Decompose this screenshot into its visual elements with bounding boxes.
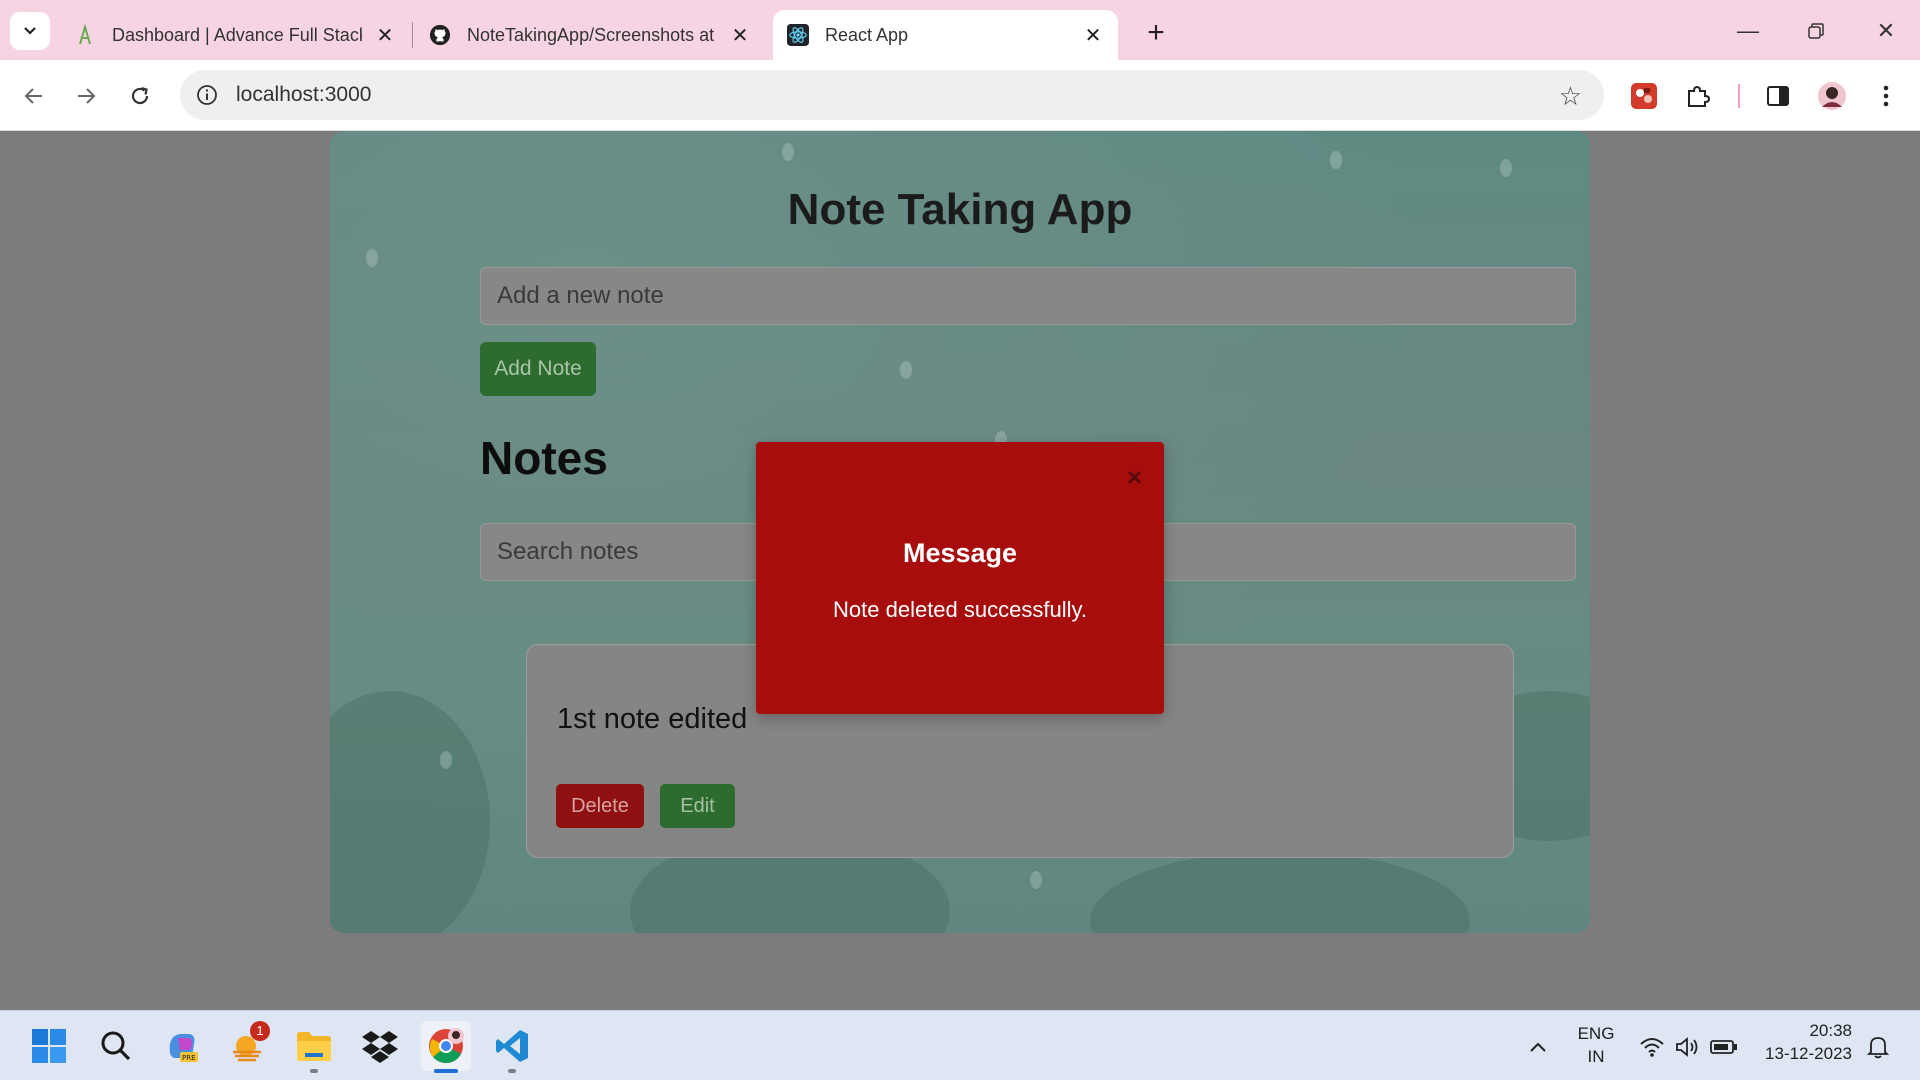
profile-avatar[interactable] <box>1812 76 1852 116</box>
tab-github[interactable]: NoteTakingApp/Screenshots at ✕ <box>415 10 765 60</box>
volume-icon[interactable] <box>1674 1034 1702 1060</box>
clock[interactable]: 20:38 13-12-2023 <box>1756 1021 1852 1064</box>
widgets-button[interactable]: 1 <box>222 1021 272 1071</box>
battery-icon[interactable] <box>1710 1034 1738 1060</box>
clock-date: 13-12-2023 <box>1765 1044 1852 1063</box>
close-tab-icon[interactable]: ✕ <box>374 23 396 48</box>
address-bar[interactable]: localhost:3000 ☆ <box>180 70 1604 120</box>
dropbox-button[interactable] <box>355 1021 405 1071</box>
vscode-button[interactable] <box>487 1021 537 1073</box>
chrome-taskbar-button[interactable] <box>421 1021 471 1073</box>
tab-search-button[interactable] <box>10 12 50 50</box>
running-indicator <box>310 1069 318 1073</box>
browser-menu-button[interactable] <box>1866 76 1906 116</box>
restore-icon <box>1808 23 1824 39</box>
dropbox-icon <box>362 1031 398 1063</box>
side-panel-button[interactable] <box>1758 76 1798 116</box>
add-note-button[interactable]: Add Note <box>480 342 596 396</box>
delete-note-button[interactable]: Delete <box>556 784 644 828</box>
extensions-menu-button[interactable] <box>1678 76 1718 116</box>
new-note-input[interactable]: Add a new note <box>480 267 1576 325</box>
back-button[interactable] <box>14 76 54 116</box>
running-indicator <box>508 1069 516 1073</box>
modal-close-button[interactable]: × <box>1127 462 1142 493</box>
region-code: IN <box>1587 1047 1605 1066</box>
tab-title: React App <box>825 24 909 45</box>
copilot-icon: PRE <box>169 1034 198 1062</box>
extension-button[interactable] <box>1624 76 1664 116</box>
background-droplet <box>440 751 452 769</box>
restore-button[interactable] <box>1788 14 1844 48</box>
kebab-menu-icon <box>1883 85 1889 107</box>
close-window-button[interactable]: ✕ <box>1858 14 1914 48</box>
tab-react-app[interactable]: React App ✕ <box>773 10 1118 60</box>
minimize-button[interactable]: — <box>1720 14 1776 48</box>
avatar-icon <box>1818 82 1846 110</box>
notes-heading: Notes <box>480 432 608 484</box>
tab-divider <box>412 22 413 48</box>
modal-message: Note deleted successfully. <box>833 597 1087 622</box>
tab-strip: Dashboard | Advance Full Stack ✕ NoteTak… <box>0 0 1920 60</box>
react-icon <box>787 24 809 46</box>
tab-title: Dashboard | Advance Full Stack <box>112 24 362 45</box>
windows-taskbar: PRE 1 ENG IN 20:38 13-12-2023 <box>0 1010 1920 1080</box>
background-droplet <box>1330 151 1342 169</box>
background-droplet <box>366 249 378 267</box>
course-logo-icon <box>74 24 96 46</box>
toolbar-divider <box>1738 84 1740 108</box>
side-panel-icon <box>1767 86 1789 106</box>
background-leaf <box>330 691 490 933</box>
background-droplet <box>1500 159 1512 177</box>
arrow-left-icon <box>24 88 42 104</box>
notifications-button[interactable] <box>1864 1034 1892 1060</box>
copilot-button[interactable]: PRE <box>157 1021 207 1071</box>
new-tab-button[interactable]: + <box>1138 16 1174 52</box>
forward-button[interactable] <box>66 76 106 116</box>
browser-toolbar: localhost:3000 ☆ <box>0 60 1920 131</box>
message-modal: × Message Note deleted successfully. <box>756 442 1164 714</box>
close-tab-icon[interactable]: ✕ <box>729 23 751 48</box>
start-button[interactable] <box>24 1021 74 1071</box>
url-text: localhost:3000 <box>236 83 372 106</box>
tab-title: NoteTakingApp/Screenshots at <box>467 24 715 45</box>
modal-title: Message <box>902 538 1018 568</box>
language-indicator[interactable]: ENG IN <box>1570 1024 1622 1067</box>
notification-badge: 1 <box>250 1021 270 1041</box>
windows-logo-icon <box>32 1029 66 1063</box>
search-icon <box>101 1031 131 1061</box>
app-title: Note Taking App <box>787 185 1133 234</box>
folder-icon <box>297 1032 331 1061</box>
reload-button[interactable] <box>120 76 160 116</box>
svg-text:PRE: PRE <box>182 1054 196 1062</box>
background-leaf <box>1090 851 1470 933</box>
show-hidden-icons-button[interactable] <box>1524 1034 1552 1060</box>
page-viewport: Note Taking App Add a new note Add Note … <box>0 131 1920 1010</box>
close-tab-icon[interactable]: ✕ <box>1082 23 1104 48</box>
background-droplet <box>782 143 794 161</box>
bell-icon <box>1867 1037 1889 1059</box>
extension-app-icon <box>1631 83 1657 109</box>
file-explorer-button[interactable] <box>289 1021 339 1073</box>
vscode-icon <box>496 1030 528 1062</box>
github-icon <box>429 24 451 46</box>
arrow-right-icon <box>78 88 96 104</box>
puzzle-icon <box>1688 85 1711 107</box>
edit-note-button[interactable]: Edit <box>660 784 735 828</box>
wifi-icon[interactable] <box>1638 1034 1666 1060</box>
site-info-icon[interactable] <box>194 82 220 108</box>
chrome-icon <box>429 1028 464 1064</box>
tab-dashboard[interactable]: Dashboard | Advance Full Stack ✕ <box>60 10 410 60</box>
background-droplet <box>1030 871 1042 889</box>
search-button[interactable] <box>91 1021 141 1071</box>
bookmark-star-icon[interactable]: ☆ <box>1559 81 1582 112</box>
chevron-down-icon <box>24 27 36 35</box>
background-droplet <box>900 361 912 379</box>
active-indicator <box>434 1069 458 1073</box>
chevron-up-icon <box>1530 1042 1546 1052</box>
clock-time: 20:38 <box>1809 1021 1852 1040</box>
reload-icon <box>131 86 149 105</box>
note-text: 1st note edited <box>557 703 748 735</box>
language-code: ENG <box>1577 1024 1615 1043</box>
